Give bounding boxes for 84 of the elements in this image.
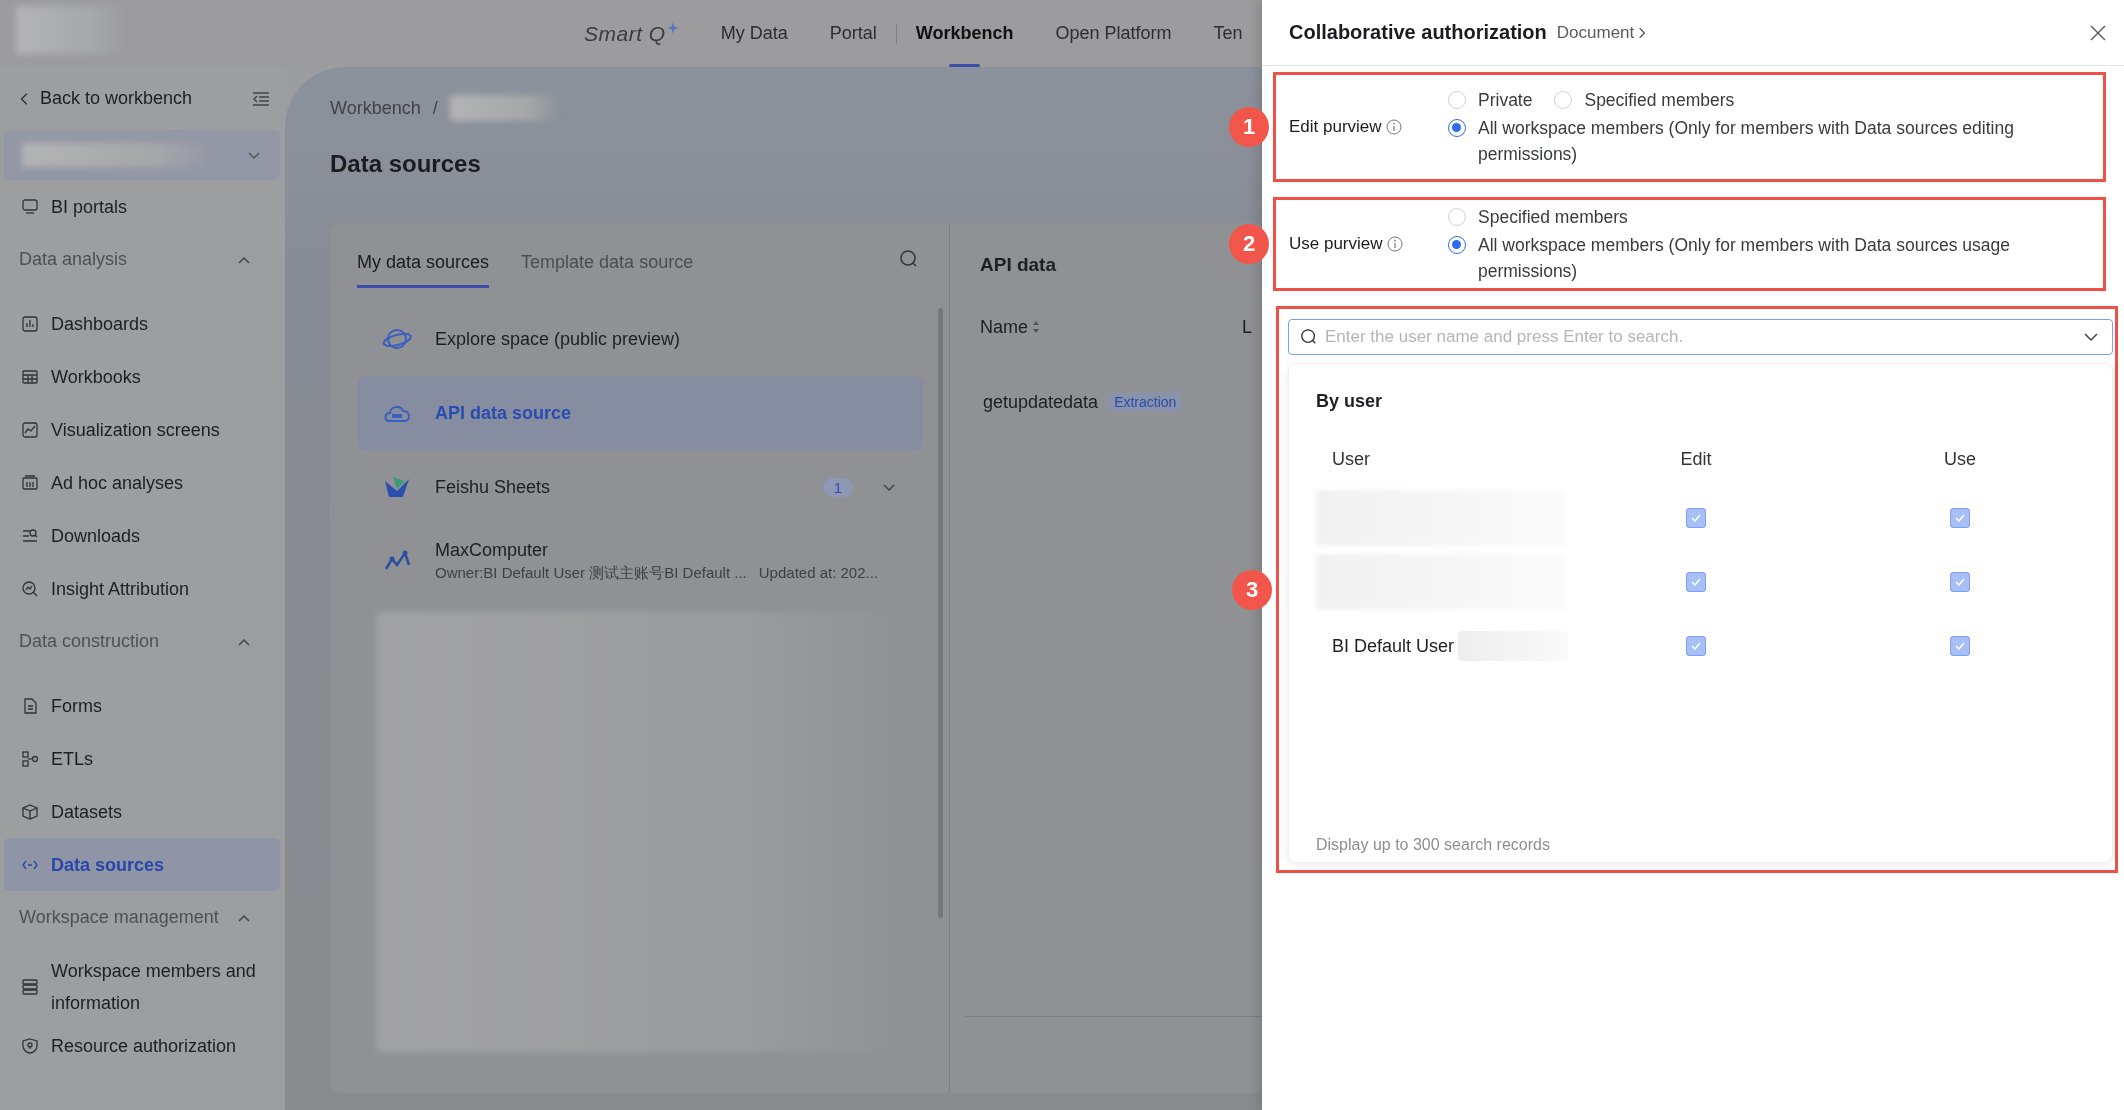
table-cell: getupdatedata [983,391,1099,413]
insight-icon [21,579,39,598]
data-source-item[interactable]: Feishu Sheets 1 [357,450,923,524]
page-title: Data sources [330,149,481,179]
sidebar-item[interactable]: Dashboards [4,297,280,350]
section-title: Data construction [19,631,160,652]
sidebar-item[interactable]: ETLs [4,732,280,785]
detail-title: API data [980,253,1057,277]
nav-tab[interactable]: Workbench [915,0,1014,67]
radio-option[interactable]: All workspace members (Only for members with Data sources editing permissions) [1448,115,2083,167]
workspace-dropdown[interactable] [4,130,280,180]
panel-heading: By user [1316,390,1384,413]
sidebar-item[interactable]: Workspace members and information [4,955,280,1019]
field-label: Use purview [1289,234,1383,254]
checkbox[interactable] [1950,572,1970,592]
data-source-name: API data source [435,402,573,424]
chevron-right-icon [1638,25,1647,40]
column-header[interactable]: L [1242,316,1253,338]
radio-option[interactable]: Specified members [1448,204,1628,230]
sort-icon[interactable] [1032,320,1040,334]
data-source-item[interactable]: Explore space (public preview) [357,302,923,376]
sidebar-item[interactable]: Datasets [4,785,280,838]
column-header: User [1331,447,1371,471]
info-icon[interactable] [1386,236,1403,252]
sidebar-item[interactable]: Visualization screens [4,403,280,456]
sidebar-item[interactable]: Insight Attribution [4,562,280,615]
document-icon [21,696,39,715]
sidebar-item[interactable]: Forms [4,679,280,732]
checkbox[interactable] [1686,508,1706,528]
nav-tab[interactable]: My Data [720,0,788,67]
grid-icon [21,367,39,386]
search-icon [1300,328,1318,346]
nav-tab[interactable]: Open Platform [1055,0,1172,67]
drawer-title: Collaborative authorization [1289,21,1547,44]
radio-option[interactable]: All workspace members (Only for members with Data sources usage permissions) [1448,232,2083,284]
bars-icon [21,314,39,333]
breadcrumb-link[interactable]: Workbench [330,97,421,119]
section-title: Workspace management [19,907,219,928]
stack-icon [21,978,39,996]
radio-option[interactable]: Private [1448,87,1533,113]
document-link[interactable]: Document [1556,22,1647,43]
field-label: Edit purview [1289,117,1382,137]
logo[interactable]: Smart Q [584,21,679,46]
updated-text: Updated at: 202... [758,563,879,583]
column-header: Edit [1679,447,1713,471]
search-icon[interactable] [899,249,919,269]
checkbox[interactable] [1950,508,1970,528]
collapse-menu-icon[interactable] [252,90,270,107]
sidebar-item[interactable]: Workbooks [4,350,280,403]
section-title: Data analysis [19,249,128,270]
data-source-name: MaxComputer [435,539,550,561]
line-chart-icon [21,420,39,439]
table-icon [21,473,39,492]
back-link[interactable]: Back to workbench [18,88,193,109]
flow-icon [21,749,39,768]
count-badge: 1 [822,477,853,497]
data-source-name: Explore space (public preview) [435,328,682,350]
nav-tab[interactable]: Ten [1213,0,1243,67]
search-field[interactable]: Enter the user name and press Enter to search. [1288,319,2113,355]
cube-icon [21,802,39,821]
footer-note: Display up to 300 search records [1316,836,1550,854]
data-source-item[interactable]: MaxComputer Owner:BI Default User 测试主账号BI Default ... Updated at: 202... [357,524,923,598]
nav-tab[interactable]: Portal [829,0,877,67]
radio-option[interactable]: Specified members [1554,87,1735,113]
breadcrumb-separator: / [432,97,438,119]
scrollbar[interactable] [938,308,943,918]
close-icon[interactable] [2090,24,2106,41]
sidebar-item[interactable]: Downloads [4,509,280,562]
tag: Extraction [1108,392,1183,412]
column-header: Use [1943,447,1977,471]
checkbox[interactable] [1950,636,1970,656]
tab[interactable]: My data sources [357,252,490,288]
sidebar-item[interactable]: Resource authorization [4,1019,280,1072]
sidebar-item[interactable]: Ad hoc analyses [4,456,280,509]
shield-icon [21,1036,39,1055]
column-header[interactable]: Name [980,316,1040,338]
monitor-icon [21,197,39,216]
sidebar-item[interactable]: BI portals [4,180,280,233]
user-name: BI Default User [1332,635,1455,657]
checkbox[interactable] [1686,636,1706,656]
data-source-name: Feishu Sheets [435,476,552,498]
info-icon[interactable] [1385,119,1402,135]
checkbox[interactable] [1686,572,1706,592]
owner-text: Owner:BI Default User 测试主账号BI Default ... [435,563,747,583]
